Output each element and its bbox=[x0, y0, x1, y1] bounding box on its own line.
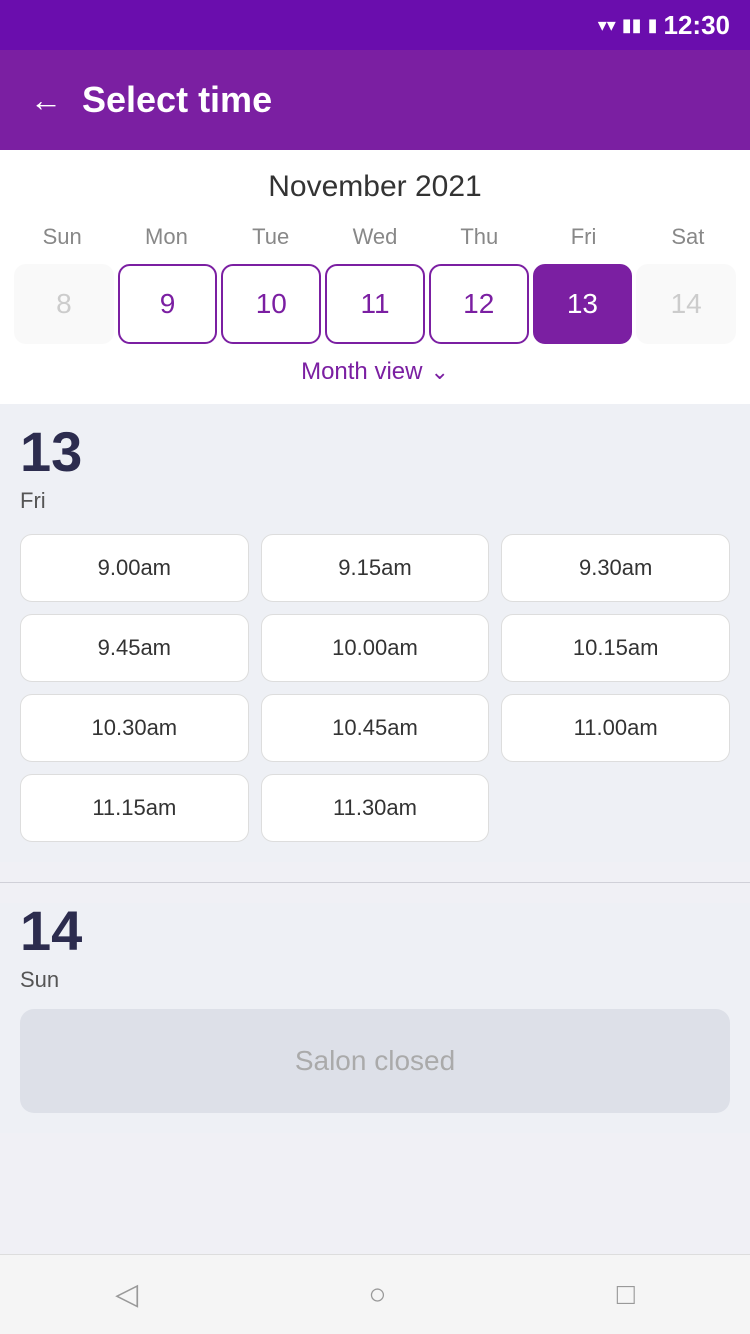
month-view-toggle[interactable]: Month view ⌄ bbox=[10, 344, 740, 394]
signal-icon: ▮▮ bbox=[622, 15, 642, 36]
calendar-section: November 2021 Sun Mon Tue Wed Thu Fri Sa… bbox=[0, 150, 750, 404]
day-14: 14 bbox=[636, 264, 736, 344]
day-8: 8 bbox=[14, 264, 114, 344]
day-11[interactable]: 11 bbox=[325, 264, 425, 344]
salon-closed-banner: Salon closed bbox=[20, 1009, 730, 1113]
time-slot-915am[interactable]: 9.15am bbox=[261, 534, 490, 602]
time-slot-1115am[interactable]: 11.15am bbox=[20, 774, 249, 842]
bottom-nav: ◁ ○ □ bbox=[0, 1254, 750, 1334]
day-number-13: 13 Fri bbox=[20, 424, 92, 514]
day-number-14: 14 Sun bbox=[20, 903, 92, 993]
nav-back-button[interactable]: ◁ bbox=[115, 1277, 138, 1312]
main-content: November 2021 Sun Mon Tue Wed Thu Fri Sa… bbox=[0, 150, 750, 1254]
time-slot-930am[interactable]: 9.30am bbox=[501, 534, 730, 602]
salon-closed-label: Salon closed bbox=[295, 1045, 455, 1076]
closed-section-14: 14 Sun Salon closed bbox=[0, 903, 750, 1133]
weekday-sun: Sun bbox=[10, 220, 114, 254]
weekdays-row: Sun Mon Tue Wed Thu Fri Sat bbox=[10, 220, 740, 254]
day-12[interactable]: 12 bbox=[429, 264, 529, 344]
time-slot-1045am[interactable]: 10.45am bbox=[261, 694, 490, 762]
weekday-mon: Mon bbox=[114, 220, 218, 254]
chevron-down-icon: ⌄ bbox=[430, 359, 448, 385]
days-row: 8 9 10 11 12 13 14 bbox=[10, 264, 740, 344]
wifi-icon: ▾▾ bbox=[598, 15, 616, 36]
time-slot-900am[interactable]: 9.00am bbox=[20, 534, 249, 602]
time-slot-1030am[interactable]: 10.30am bbox=[20, 694, 249, 762]
weekday-tue: Tue bbox=[219, 220, 323, 254]
day-10[interactable]: 10 bbox=[221, 264, 321, 344]
time-grid-13: 9.00am 9.15am 9.30am 9.45am 10.00am 10.1… bbox=[20, 534, 730, 842]
weekday-thu: Thu bbox=[427, 220, 531, 254]
weekday-fri: Fri bbox=[531, 220, 635, 254]
weekday-sat: Sat bbox=[636, 220, 740, 254]
status-icons: ▾▾ ▮▮ ▮ 12:30 bbox=[598, 10, 730, 41]
day-13[interactable]: 13 bbox=[533, 264, 633, 344]
time-slot-945am[interactable]: 9.45am bbox=[20, 614, 249, 682]
time-section-13: 13 Fri 9.00am 9.15am 9.30am 9.45am 10.00… bbox=[0, 404, 750, 862]
time-slot-1000am[interactable]: 10.00am bbox=[261, 614, 490, 682]
header: ← Select time bbox=[0, 50, 750, 150]
day-header-13: 13 Fri bbox=[20, 424, 730, 514]
time-slot-1015am[interactable]: 10.15am bbox=[501, 614, 730, 682]
status-time: 12:30 bbox=[664, 10, 731, 41]
weekday-wed: Wed bbox=[323, 220, 427, 254]
time-slot-1130am[interactable]: 11.30am bbox=[261, 774, 490, 842]
status-bar: ▾▾ ▮▮ ▮ 12:30 bbox=[0, 0, 750, 50]
page-title: Select time bbox=[82, 79, 272, 121]
month-view-label: Month view bbox=[301, 358, 422, 386]
month-year-label: November 2021 bbox=[10, 170, 740, 204]
battery-icon: ▮ bbox=[648, 15, 658, 36]
nav-recent-button[interactable]: □ bbox=[617, 1278, 635, 1312]
nav-home-button[interactable]: ○ bbox=[368, 1278, 386, 1312]
day-9[interactable]: 9 bbox=[118, 264, 218, 344]
time-slot-1100am[interactable]: 11.00am bbox=[501, 694, 730, 762]
section-divider bbox=[0, 882, 750, 883]
day-header-14: 14 Sun bbox=[20, 903, 730, 993]
back-button[interactable]: ← bbox=[30, 82, 62, 119]
